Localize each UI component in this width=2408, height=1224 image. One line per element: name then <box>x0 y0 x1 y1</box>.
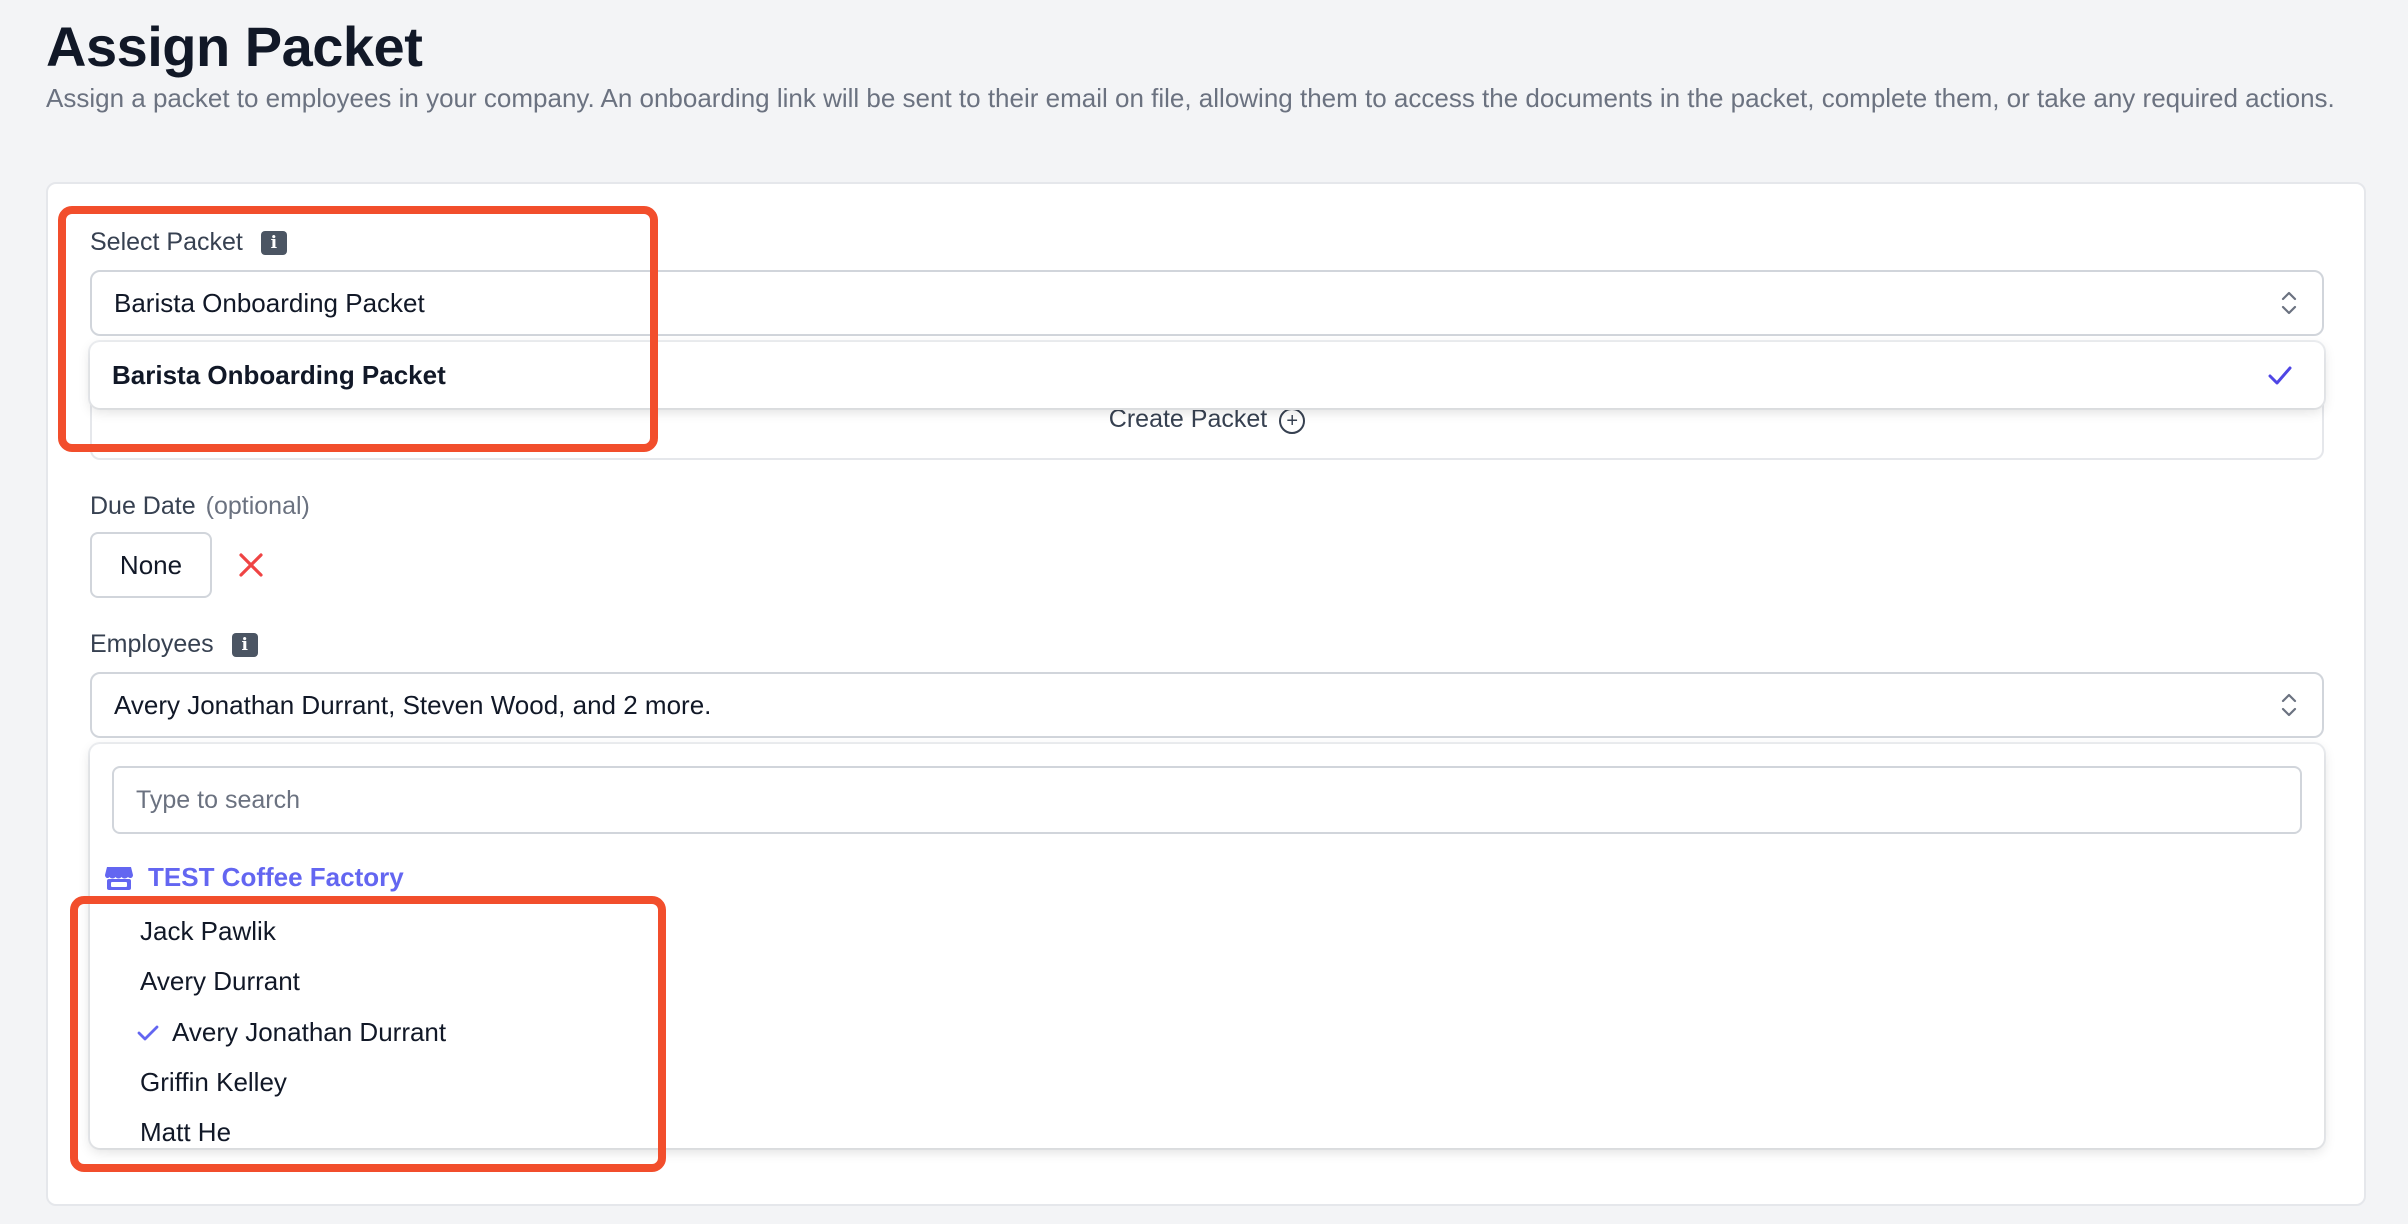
employee-option[interactable]: Avery Jonathan Durrant <box>137 1017 447 1048</box>
employee-option[interactable]: Avery Durrant <box>140 966 300 997</box>
employees-select-value: Avery Jonathan Durrant, Steven Wood, and… <box>114 689 712 720</box>
group-header: TEST Coffee Factory <box>104 862 404 893</box>
packet-option[interactable]: Barista Onboarding Packet <box>90 342 2324 408</box>
chevron-up-down-icon <box>2281 693 2297 717</box>
optional-label: (optional) <box>205 492 310 520</box>
due-date-label-text: Due Date <box>90 492 196 520</box>
employees-select[interactable]: Avery Jonathan Durrant, Steven Wood, and… <box>90 672 2324 738</box>
chevron-up-down-icon <box>2281 291 2297 315</box>
packet-option-label: Barista Onboarding Packet <box>112 359 446 390</box>
employee-name: Jack Pawlik <box>140 916 276 946</box>
page-title: Assign Packet <box>46 15 423 78</box>
check-icon <box>2268 366 2292 385</box>
employees-dropdown: TEST Coffee Factory Jack Pawlik Avery Du… <box>90 744 2324 1148</box>
group-name: TEST Coffee Factory <box>148 862 404 892</box>
due-date-label: Due Date (optional) <box>90 492 310 521</box>
employee-name: Avery Durrant <box>140 966 300 996</box>
page-subtitle: Assign a packet to employees in your com… <box>46 83 2335 113</box>
store-icon <box>105 866 133 890</box>
employee-option[interactable]: Matt He <box>140 1117 231 1148</box>
employees-label: Employees i <box>90 630 258 659</box>
plus-circle-icon: + <box>1279 408 1306 434</box>
due-date-button[interactable]: None <box>90 532 212 598</box>
employee-name: Matt He <box>140 1117 232 1147</box>
employee-name: Avery Jonathan Durrant <box>172 1017 447 1047</box>
employee-option[interactable]: Jack Pawlik <box>140 916 276 947</box>
select-packet-label: Select Packet i <box>90 228 287 257</box>
assign-packet-page: Assign Packet Assign a packet to employe… <box>0 0 2408 1224</box>
create-packet-label: Create Packet <box>1108 405 1268 433</box>
select-packet-label-text: Select Packet <box>90 228 243 256</box>
close-icon[interactable] <box>236 550 266 580</box>
employee-name: Griffin Kelley <box>140 1067 287 1097</box>
packet-select[interactable]: Barista Onboarding Packet <box>90 270 2324 336</box>
due-date-value: None <box>119 549 183 580</box>
check-icon <box>137 1025 159 1040</box>
info-icon[interactable]: i <box>231 632 258 657</box>
packet-select-value: Barista Onboarding Packet <box>114 287 425 318</box>
employee-option[interactable]: Griffin Kelley <box>140 1067 287 1098</box>
employees-label-text: Employees <box>90 630 214 658</box>
info-icon[interactable]: i <box>260 230 287 255</box>
employee-search-input[interactable] <box>112 766 2302 834</box>
